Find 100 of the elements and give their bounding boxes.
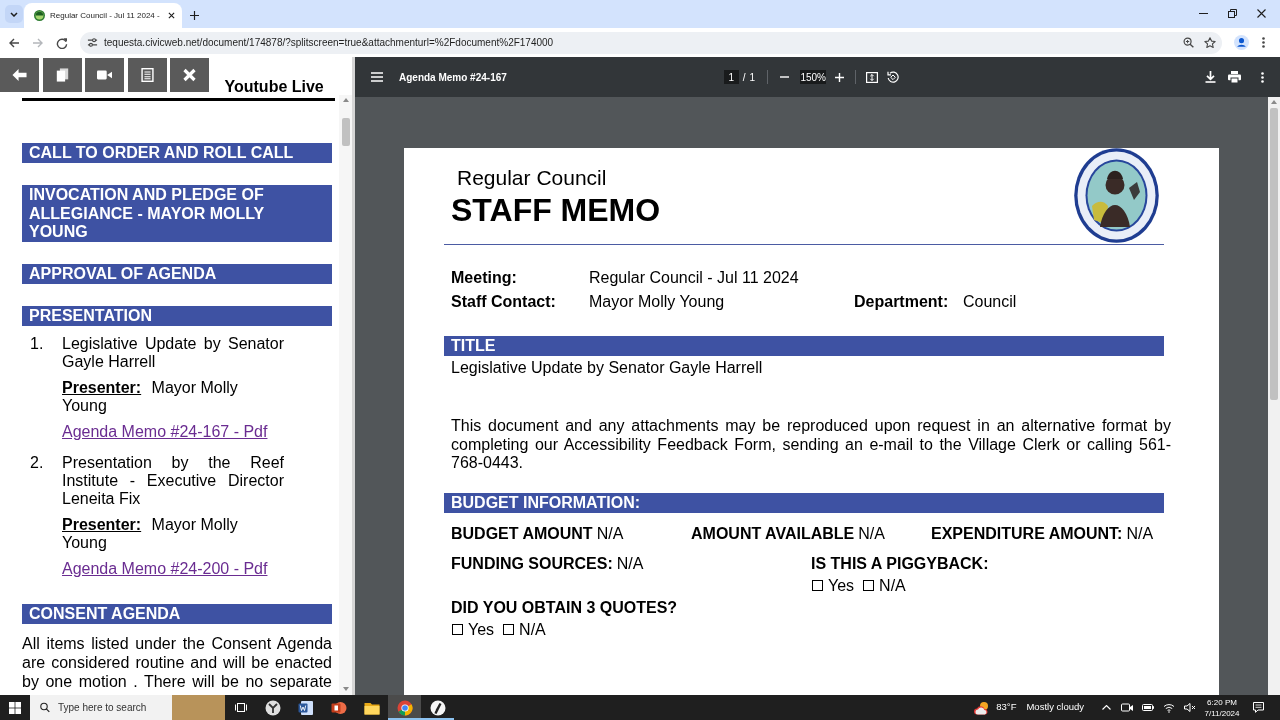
section-heading: TITLE (444, 336, 1164, 356)
list-button[interactable] (127, 58, 167, 92)
plus-icon (189, 10, 199, 20)
temperature-text[interactable]: 83°F (996, 700, 1017, 715)
site-settings-icon[interactable] (87, 37, 98, 48)
section-heading: BUDGET INFORMATION: (444, 492, 1164, 513)
speech-bubble-icon (1252, 702, 1264, 713)
accessibility-notice: This document and any attachments may be reproduced upon request in an alternative format by completing our Accessibility Feedback Form, sending an e-mail to the Village Clerk or calling 561-768-0443. (451, 417, 1171, 473)
taskbar-search-field[interactable]: Type here to search (50, 695, 172, 720)
field-label: Staff Contact: (451, 292, 557, 312)
url-text: tequesta.civicweb.net/document/174878/?splitscreen=true&attachmenturl=%2Fdocument%2F174000 (104, 36, 554, 49)
back-arrow-icon (12, 68, 27, 82)
field-label: Department: (854, 292, 950, 312)
option-label: N/A (879, 575, 906, 596)
field-value: N/A (858, 523, 885, 544)
field-label: Meeting: (451, 268, 518, 288)
field-value: N/A (616, 553, 644, 574)
forward-arrow-icon (32, 36, 44, 49)
scroll-up-arrow-icon[interactable] (342, 98, 349, 102)
browser-tab[interactable]: Regular Council - Jul 11 2024 - (24, 3, 182, 28)
checkbox[interactable] (452, 624, 463, 635)
option-label: N/A (519, 619, 546, 640)
page-number-field[interactable]: 1 (723, 70, 739, 84)
address-bar[interactable]: tequesta.civicweb.net/document/174878/?splitscreen=true&attachmenturl=%2Fdocument%2F174000 (80, 31, 1222, 54)
presenter-line: Presenter: Mayor Molly Young (62, 379, 239, 415)
person-avatar-icon (1233, 35, 1249, 50)
scrollbar-thumb[interactable] (1270, 108, 1278, 400)
item-number: 1. (29, 335, 45, 354)
agenda-memo-link[interactable]: Agenda Memo #24-200 - Pdf (62, 560, 268, 578)
more-vertical-icon (1261, 37, 1265, 48)
weather-condition-text[interactable]: Mostly cloudy (1026, 700, 1084, 715)
memo-title: STAFF MEMO (450, 192, 661, 228)
video-button[interactable] (85, 58, 124, 92)
question-label: DID YOU OBTAIN 3 QUOTES? (451, 597, 678, 618)
reload-icon (56, 36, 68, 49)
printer-icon (1227, 71, 1241, 83)
agenda-item-title: Presentation by the Reef Institute - Executive Director Leneita Fix (62, 454, 284, 508)
document-title: Agenda Memo #24-167 (399, 70, 507, 85)
checkbox[interactable] (863, 580, 875, 591)
back-button[interactable] (0, 58, 39, 92)
presenter-line: Presenter: Mayor Molly Young (62, 516, 239, 552)
field-label: BUDGET AMOUNT (451, 523, 593, 544)
item-number: 2. (29, 454, 45, 473)
question-label: IS THIS A PIGGYBACK: (811, 553, 989, 574)
video-camera-icon (97, 68, 112, 82)
scrollbar-thumb[interactable] (341, 118, 350, 146)
fit-page-icon (866, 71, 879, 83)
memo-title-text: Legislative Update by Senator Gayle Harrell (451, 358, 764, 377)
back-arrow-icon (8, 36, 20, 49)
tab-search-button[interactable] (5, 5, 23, 23)
field-label: EXPENDITURE AMOUNT: (931, 523, 1123, 544)
field-value: Regular Council - Jul 11 2024 (589, 268, 799, 288)
windows-logo-icon (9, 701, 21, 714)
chevron-up-icon (1101, 705, 1111, 710)
seal-logo-icon (1074, 148, 1159, 243)
zoom-icon[interactable] (1183, 37, 1194, 48)
round-app-icon (264, 699, 281, 716)
section-heading: APPROVAL OF AGENDA (22, 264, 332, 284)
field-label: AMOUNT AVAILABLE (691, 523, 855, 544)
clock-date[interactable]: 7/11/2024 (1204, 707, 1240, 719)
presentation-app-icon (330, 699, 347, 716)
minus-icon (779, 76, 789, 78)
agenda-memo-link[interactable]: Agenda Memo #24-167 - Pdf (62, 423, 268, 441)
browser-app-icon (396, 699, 413, 716)
page-separator: / (742, 70, 746, 85)
scroll-up-arrow-icon[interactable] (1271, 100, 1277, 104)
scroll-down-arrow-icon[interactable] (342, 687, 349, 691)
clock-time[interactable]: 6:20 PM (1207, 696, 1237, 708)
section-description: All items listed under the Consent Agenda are considered routine and will be enacted by one motion . There will be no separate (22, 634, 332, 691)
camera-icon (1120, 702, 1133, 713)
checkbox[interactable] (503, 624, 515, 635)
profile-button[interactable] (1231, 32, 1251, 53)
battery-icon (1141, 702, 1154, 713)
field-value: N/A (1126, 523, 1154, 544)
field-value: Council (963, 292, 1017, 312)
wifi-icon (1162, 702, 1175, 713)
pages-button[interactable] (42, 58, 82, 92)
close-icon (182, 68, 197, 82)
option-label: Yes (828, 575, 855, 596)
document-app-icon (297, 699, 314, 716)
rotate-icon (887, 71, 900, 83)
section-heading: PRESENTATION (22, 306, 332, 326)
agenda-item-title: Legislative Update by Senator Gayle Harrell (62, 335, 284, 371)
section-heading: INVOCATION AND PLEDGE OF ALLEGIANCE - MAYOR MOLLY YOUNG (22, 185, 332, 242)
restore-icon (1228, 8, 1237, 18)
pages-icon (54, 68, 70, 82)
task-view-icon (234, 702, 247, 713)
zoom-level-field[interactable]: 150% (800, 70, 827, 84)
bookmark-star-icon[interactable] (1204, 36, 1216, 49)
field-label: FUNDING SOURCES: (451, 553, 613, 574)
field-value: N/A (596, 523, 624, 544)
close-icon (167, 12, 175, 19)
favicon-icon (34, 10, 45, 21)
field-value: Mayor Molly Young (589, 292, 726, 312)
close-button[interactable] (170, 58, 209, 92)
list-icon (139, 68, 155, 82)
checkbox[interactable] (812, 580, 823, 591)
pen-app-icon (429, 699, 446, 716)
section-heading: CALL TO ORDER AND ROLL CALL (22, 143, 332, 163)
live-stream-title: Youtube Live (224, 79, 324, 95)
